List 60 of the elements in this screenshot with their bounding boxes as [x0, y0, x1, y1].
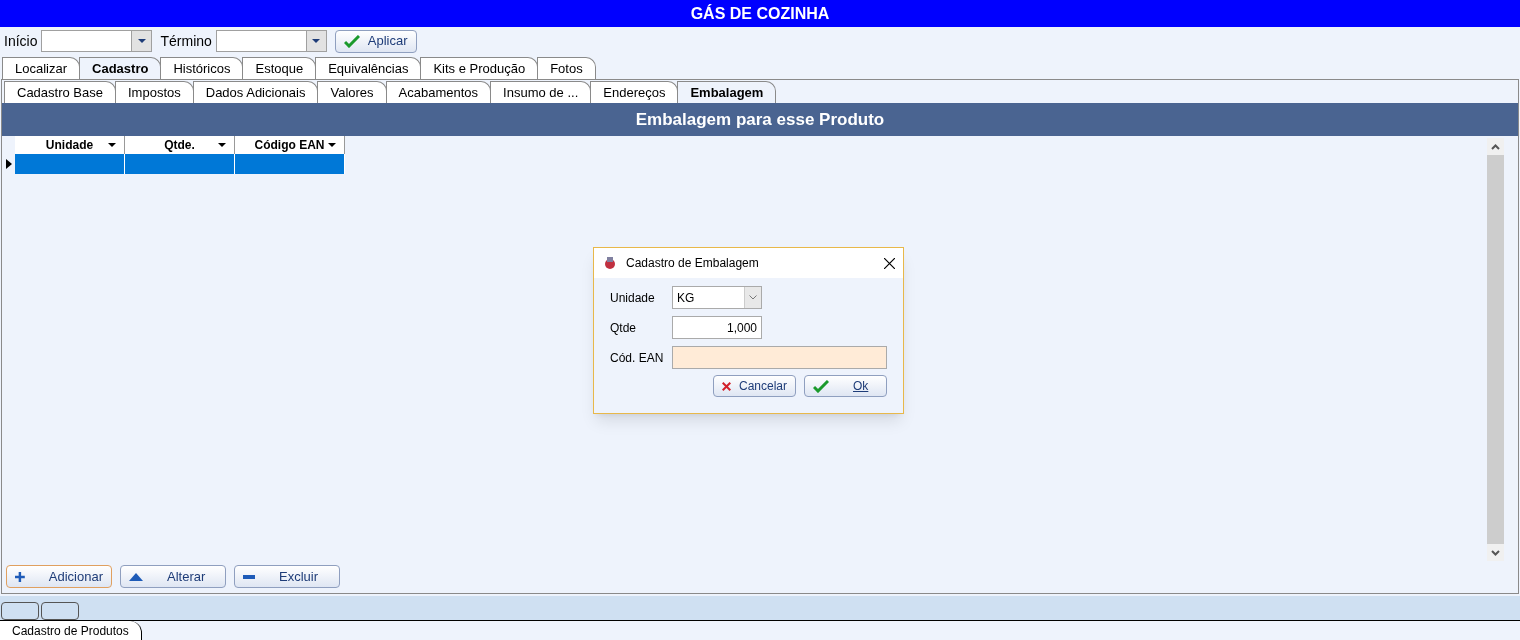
dialog-button[interactable]: Ok: [804, 375, 887, 397]
tab[interactable]: Estoque: [242, 57, 317, 79]
plus-icon: [15, 570, 25, 583]
tab[interactable]: Embalagem: [677, 81, 777, 103]
table-cell[interactable]: [15, 154, 125, 174]
small-button[interactable]: [1, 602, 39, 620]
checkmark-icon: [813, 379, 829, 393]
tab[interactable]: Impostos: [115, 81, 194, 103]
field-label: Unidade: [610, 289, 656, 307]
field-label: Cód. EAN: [610, 349, 665, 367]
column-header[interactable]: Unidade: [15, 136, 125, 154]
filter-label: Início: [4, 31, 38, 51]
minus-icon: [243, 574, 255, 579]
triangle-up-icon: [129, 572, 143, 581]
tab[interactable]: Localizar: [2, 57, 81, 79]
tab[interactable]: Insumo de ...: [490, 81, 592, 103]
scroll-up-icon[interactable]: [1491, 143, 1500, 150]
column-header[interactable]: Código EAN: [235, 136, 345, 154]
small-button[interactable]: [41, 602, 79, 620]
cross-icon: [722, 379, 731, 393]
tab[interactable]: Kits e Produção: [420, 57, 539, 79]
sort-arrow-icon: [328, 143, 336, 147]
table-cell[interactable]: [235, 154, 345, 174]
date-dropdown[interactable]: [41, 30, 153, 52]
dropdown-arrow-icon: [312, 39, 321, 43]
dialog-button[interactable]: Cancelar: [713, 375, 796, 397]
date-dropdown[interactable]: [215, 30, 327, 52]
dropdown-arrow-icon: [137, 39, 146, 43]
quantity-input[interactable]: 1,000: [672, 316, 762, 339]
tab[interactable]: Equivalências: [315, 57, 422, 79]
panel-header: Embalagem para esse Produto: [2, 103, 1518, 136]
tab[interactable]: Endereços: [590, 81, 679, 103]
app-icon: [602, 255, 618, 271]
row-pointer-icon: [5, 159, 12, 169]
scroll-down-icon[interactable]: [1491, 549, 1500, 556]
apply-button[interactable]: Aplicar: [334, 29, 417, 53]
title-bar: GÁS DE COZINHA: [0, 0, 1520, 27]
dialog-title: Cadastro de Embalagem: [626, 255, 760, 272]
ean-input[interactable]: [671, 346, 887, 369]
tab[interactable]: Fotos: [537, 57, 596, 79]
scrollbar[interactable]: [1487, 138, 1504, 561]
document-tab[interactable]: Cadastro de Produtos: [0, 621, 142, 640]
table-cell[interactable]: [125, 154, 235, 174]
filter-label: Término: [160, 31, 212, 51]
field-label: Qtde: [610, 319, 637, 337]
action-button[interactable]: Excluir: [234, 565, 340, 588]
sort-arrow-icon: [108, 143, 116, 147]
column-header[interactable]: Qtde.: [125, 136, 235, 154]
checkmark-icon: [343, 34, 360, 48]
tab[interactable]: Cadastro Base: [4, 81, 116, 103]
tab[interactable]: Valores: [317, 81, 387, 103]
tab[interactable]: Acabamentos: [385, 81, 492, 103]
action-button[interactable]: Adicionar: [6, 565, 112, 588]
close-icon[interactable]: [884, 257, 895, 269]
unit-dropdown[interactable]: KG: [672, 286, 762, 309]
action-button[interactable]: Alterar: [120, 565, 226, 588]
sort-arrow-icon: [218, 143, 226, 147]
tab[interactable]: Históricos: [160, 57, 244, 79]
tab[interactable]: Dados Adicionais: [192, 81, 319, 103]
chevron-down-icon: [749, 295, 757, 300]
